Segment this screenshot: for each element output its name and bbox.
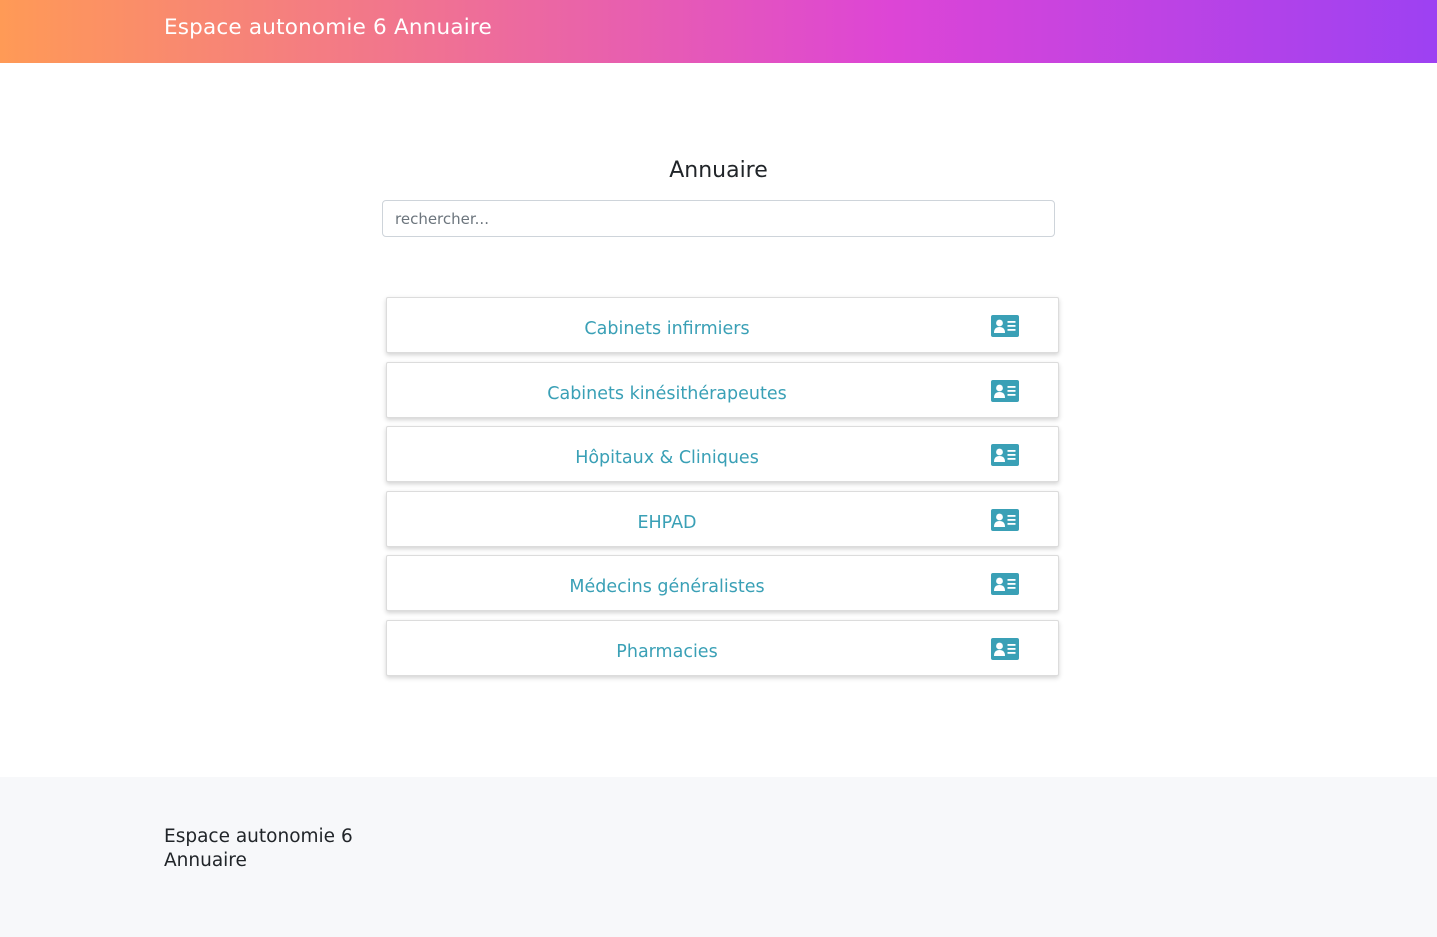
address-card-icon	[991, 444, 1019, 467]
category-item-pharmacies[interactable]: Pharmacies	[386, 619, 1059, 676]
brand-link[interactable]: Espace autonomie 6 Annuaire	[164, 14, 492, 42]
page-title: Annuaire	[669, 158, 768, 183]
address-card-icon	[991, 315, 1019, 337]
category-item-hopitaux-cliniques[interactable]: Hôpitaux & Cliniques	[386, 426, 1059, 483]
footer-brand: Espace autonomie 6 Annuaire	[164, 825, 353, 873]
category-label: Cabinets kinésithérapeutes	[547, 383, 787, 404]
address-card-icon	[991, 637, 1019, 660]
footer-line-1: Espace autonomie 6	[164, 826, 353, 847]
category-list: Cabinets infirmiers Cabinets kinésithéra…	[386, 297, 1059, 685]
address-card-icon	[991, 573, 1019, 596]
category-item-cabinets-kinesitherapeutes[interactable]: Cabinets kinésithérapeutes	[386, 361, 1059, 418]
address-card-icon	[991, 508, 1019, 531]
category-label: Pharmacies	[616, 641, 718, 662]
footer-line-2: Annuaire	[164, 850, 247, 871]
category-item-cabinets-infirmiers[interactable]: Cabinets infirmiers	[386, 297, 1059, 353]
category-label: Médecins généralistes	[569, 577, 765, 598]
category-label: EHPAD	[637, 512, 697, 533]
footer: Espace autonomie 6 Annuaire	[0, 777, 1437, 937]
address-card-icon	[991, 379, 1019, 402]
category-item-ehpad[interactable]: EHPAD	[386, 490, 1059, 547]
search-input[interactable]	[382, 200, 1055, 237]
category-label: Hôpitaux & Cliniques	[575, 448, 759, 469]
category-item-medecins-generalistes[interactable]: Médecins généralistes	[386, 555, 1059, 612]
top-navbar: Espace autonomie 6 Annuaire	[0, 0, 1437, 63]
category-label: Cabinets infirmiers	[584, 319, 750, 339]
